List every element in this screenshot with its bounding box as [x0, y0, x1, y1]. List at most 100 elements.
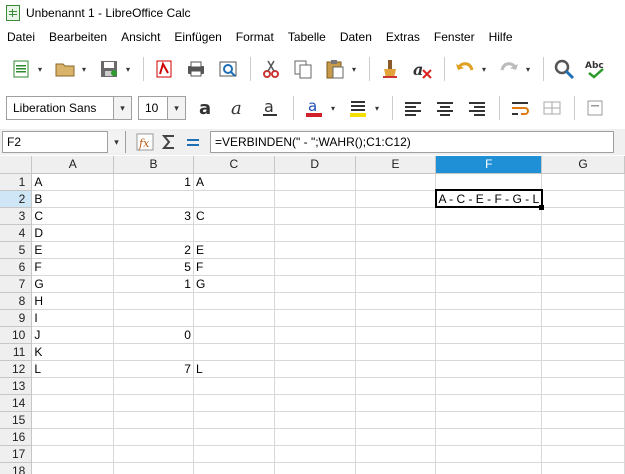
cell-d7[interactable]	[274, 275, 356, 293]
cell-f15[interactable]	[435, 411, 543, 429]
cell-c5[interactable]: E	[193, 241, 275, 259]
cell-f7[interactable]	[435, 275, 543, 293]
font-name-box[interactable]: Liberation Sans ▾	[6, 96, 132, 120]
cell-d12[interactable]	[274, 360, 356, 378]
cell-c12[interactable]: L	[193, 360, 275, 378]
column-header-a[interactable]: A	[31, 156, 115, 174]
cell-g11[interactable]	[541, 343, 625, 361]
cell-b11[interactable]	[113, 343, 194, 361]
menu-daten[interactable]: Daten	[333, 30, 379, 44]
cell-f10[interactable]	[435, 326, 543, 344]
cell-e9[interactable]	[355, 309, 437, 327]
cell-f12[interactable]	[435, 360, 543, 378]
cell-c9[interactable]	[193, 309, 275, 327]
row-header[interactable]: 14	[0, 394, 33, 412]
cell-f6[interactable]	[435, 258, 543, 276]
cell-e8[interactable]	[355, 292, 437, 310]
cell-g17[interactable]	[541, 445, 625, 463]
cell-f2[interactable]: A - C - E - F - G - L	[434, 189, 544, 209]
cell-a3[interactable]: C	[31, 207, 115, 225]
select-all-corner[interactable]	[0, 156, 33, 174]
cell-b6[interactable]: 5	[113, 258, 194, 276]
cell-a8[interactable]: H	[31, 292, 115, 310]
cell-g2[interactable]	[541, 190, 625, 208]
sum-button[interactable]	[158, 131, 180, 153]
cell-d3[interactable]	[274, 207, 356, 225]
redo-button[interactable]	[494, 54, 524, 84]
cell-a13[interactable]	[31, 377, 115, 395]
cell-a11[interactable]: K	[31, 343, 115, 361]
cell-b8[interactable]	[113, 292, 194, 310]
cell-d6[interactable]	[274, 258, 356, 276]
row-header[interactable]: 10	[0, 326, 33, 344]
cell-c4[interactable]	[193, 224, 275, 242]
cell-d10[interactable]	[274, 326, 356, 344]
spellcheck-button[interactable]: Abc	[581, 54, 611, 84]
cell-c11[interactable]	[193, 343, 275, 361]
highlight-dropdown-icon[interactable]: ▾	[375, 104, 383, 113]
find-replace-button[interactable]	[549, 54, 579, 84]
cell-b7[interactable]: 1	[113, 275, 194, 293]
column-header-g[interactable]: G	[541, 156, 625, 174]
cell-d18[interactable]	[274, 462, 356, 474]
cell-a15[interactable]	[31, 411, 115, 429]
function-wizard-button[interactable]: fx	[134, 131, 156, 153]
cell-d16[interactable]	[274, 428, 356, 446]
font-color-dropdown-icon[interactable]: ▾	[331, 104, 339, 113]
formula-input[interactable]: =VERBINDEN(" - ";WAHR();C1:C12)	[210, 131, 614, 153]
cell-e14[interactable]	[355, 394, 437, 412]
cell-g10[interactable]	[541, 326, 625, 344]
cell-d14[interactable]	[274, 394, 356, 412]
cell-g6[interactable]	[541, 258, 625, 276]
cell-e11[interactable]	[355, 343, 437, 361]
cell-e4[interactable]	[355, 224, 437, 242]
print-preview-button[interactable]	[213, 54, 243, 84]
cell-c15[interactable]	[193, 411, 275, 429]
cell-b10[interactable]: 0	[113, 326, 194, 344]
cell-d15[interactable]	[274, 411, 356, 429]
undo-dropdown-icon[interactable]: ▾	[482, 65, 490, 74]
redo-dropdown-icon[interactable]: ▾	[526, 65, 534, 74]
save-dropdown-icon[interactable]: ▾	[126, 65, 134, 74]
row-header[interactable]: 13	[0, 377, 33, 395]
cell-d11[interactable]	[274, 343, 356, 361]
row-header[interactable]: 7	[0, 275, 33, 293]
formula-button[interactable]	[182, 131, 204, 153]
paste-dropdown-icon[interactable]: ▾	[352, 65, 360, 74]
cell-c13[interactable]	[193, 377, 275, 395]
cell-a4[interactable]: D	[31, 224, 115, 242]
menu-ansicht[interactable]: Ansicht	[114, 30, 167, 44]
cell-d1[interactable]	[274, 173, 356, 191]
row-header[interactable]: 4	[0, 224, 33, 242]
cell-b18[interactable]	[113, 462, 194, 474]
row-header[interactable]: 18	[0, 462, 33, 474]
cell-c1[interactable]: A	[193, 173, 275, 191]
font-size-box[interactable]: 10 ▾	[138, 96, 186, 120]
row-header[interactable]: 8	[0, 292, 33, 310]
cell-b1[interactable]: 1	[113, 173, 194, 191]
column-header-b[interactable]: B	[113, 156, 194, 174]
cell-a10[interactable]: J	[31, 326, 115, 344]
cell-f3[interactable]	[435, 207, 543, 225]
cell-b16[interactable]	[113, 428, 194, 446]
cell-b14[interactable]	[113, 394, 194, 412]
cell-e7[interactable]	[355, 275, 437, 293]
align-right-button[interactable]	[462, 93, 492, 123]
row-header[interactable]: 3	[0, 207, 33, 225]
cell-a2[interactable]: B	[31, 190, 115, 208]
cell-a14[interactable]	[31, 394, 115, 412]
cell-f8[interactable]	[435, 292, 543, 310]
menu-fenster[interactable]: Fenster	[427, 30, 482, 44]
cell-e3[interactable]	[355, 207, 437, 225]
font-color-button[interactable]: a	[299, 93, 329, 123]
chevron-down-icon[interactable]: ▾	[107, 131, 125, 153]
cell-f17[interactable]	[435, 445, 543, 463]
cell-c10[interactable]	[193, 326, 275, 344]
row-header[interactable]: 12	[0, 360, 33, 378]
row-header[interactable]: 11	[0, 343, 33, 361]
cell-g1[interactable]	[541, 173, 625, 191]
new-document-button[interactable]	[6, 54, 36, 84]
cell-g7[interactable]	[541, 275, 625, 293]
cell-c3[interactable]: C	[193, 207, 275, 225]
cell-b4[interactable]	[113, 224, 194, 242]
